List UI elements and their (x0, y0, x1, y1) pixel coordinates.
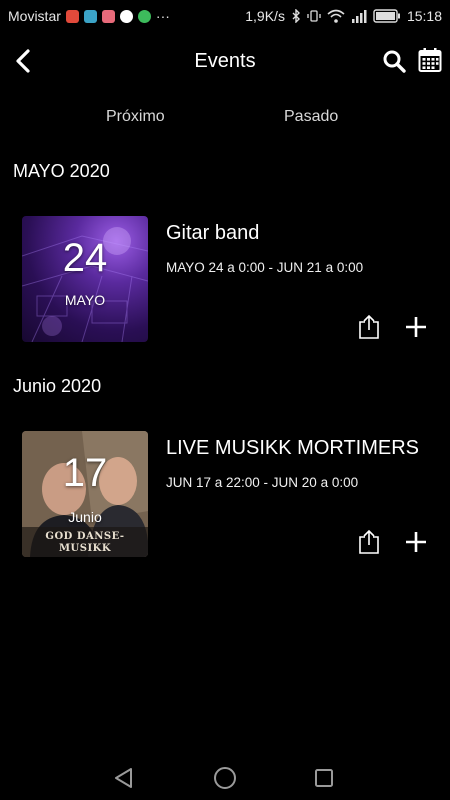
event-card[interactable]: 24 MAYO Gitar band MAYO 24 a 0:00 - JUN … (0, 216, 450, 344)
event-day: 24 (62, 236, 108, 280)
system-nav-bar (0, 752, 450, 800)
wifi-icon (327, 9, 345, 23)
vibrate-icon (307, 10, 321, 22)
network-speed-label: 1,9K/s (245, 8, 285, 24)
battery-icon (373, 9, 400, 23)
event-thumbnail[interactable]: 17 Junio GOD DANSE-MUSIKK (22, 431, 148, 557)
section-title-june: Junio 2020 (13, 376, 102, 396)
event-dates: MAYO 24 a 0:00 - JUN 21 a 0:00 (166, 260, 364, 275)
more-notifications-label: ··· (155, 8, 170, 24)
chevron-left-icon[interactable] (12, 48, 34, 74)
triangle-back-icon[interactable] (113, 767, 135, 789)
clock-label: 15:18 (406, 8, 442, 24)
notification-app-icon (101, 9, 115, 23)
add-icon[interactable] (405, 316, 427, 338)
event-title[interactable]: Gitar band (166, 222, 259, 245)
event-day: 17 (62, 451, 108, 495)
status-left: Movistar ··· (8, 8, 170, 24)
share-icon[interactable] (358, 529, 380, 555)
share-icon[interactable] (358, 314, 380, 340)
status-bar: Movistar ··· 1,9K/s 15:18 (0, 0, 450, 32)
signal-icon (351, 10, 367, 23)
circle-home-icon[interactable] (213, 766, 237, 790)
carrier-label: Movistar (8, 8, 61, 24)
notification-app-icon (83, 9, 97, 23)
tab-upcoming[interactable]: Próximo (106, 108, 165, 126)
event-month: Junio (68, 509, 102, 525)
calendar-icon[interactable] (418, 47, 442, 73)
event-dates: JUN 17 a 22:00 - JUN 20 a 0:00 (166, 475, 359, 490)
chrome-icon (119, 9, 133, 23)
image-caption: GOD DANSE-MUSIKK (45, 531, 125, 554)
add-icon[interactable] (405, 531, 427, 553)
section-title-may: MAYO 2020 (13, 161, 110, 181)
status-right: 1,9K/s 15:18 (245, 8, 442, 24)
square-recent-icon[interactable] (314, 768, 334, 788)
event-tabs: Próximo Pasado (0, 108, 450, 134)
app-header: Events (0, 38, 450, 84)
event-card[interactable]: 17 Junio GOD DANSE-MUSIKK LIVE MUSIKK MO… (0, 431, 450, 559)
tab-past[interactable]: Pasado (284, 108, 338, 126)
event-title[interactable]: LIVE MUSIKK MORTIMERS (166, 437, 419, 460)
whatsapp-icon (137, 9, 151, 23)
event-month: MAYO (64, 292, 106, 308)
event-thumbnail[interactable]: 24 MAYO (22, 216, 148, 342)
search-icon[interactable] (382, 49, 406, 73)
bluetooth-icon (292, 9, 300, 23)
notification-app-icon (65, 9, 79, 23)
